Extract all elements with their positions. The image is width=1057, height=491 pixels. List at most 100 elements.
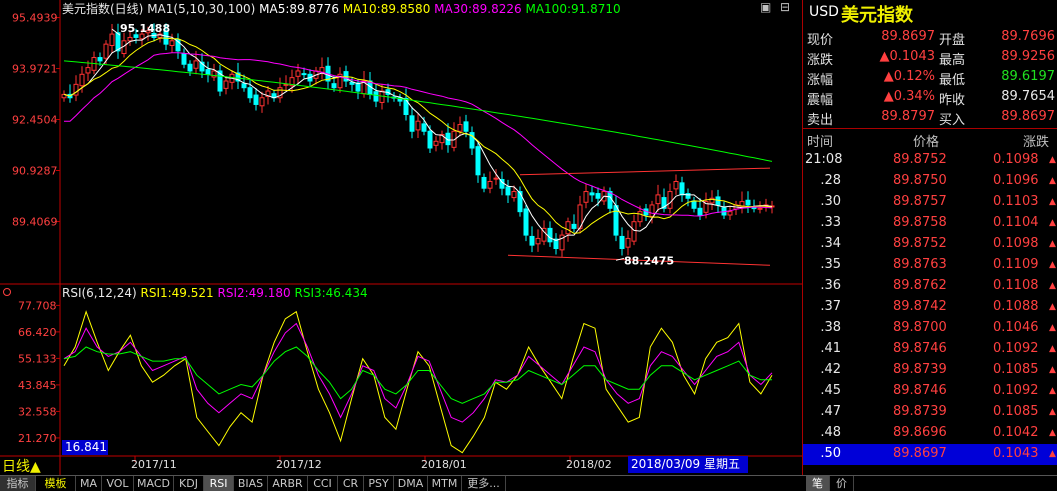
tick-row[interactable]: .35 89.8763 0.1109 ▲ xyxy=(803,255,1057,276)
up-arrow-icon: ▲ xyxy=(1049,365,1056,375)
tick-time: .37 xyxy=(820,299,841,314)
ma100-value: MA100:91.8710 xyxy=(525,2,621,16)
tick-change: 0.1096 xyxy=(993,173,1039,188)
quote-value: ▲0.1043 xyxy=(879,49,936,64)
tab-macd[interactable]: MACD xyxy=(134,476,174,491)
candle-body xyxy=(745,199,751,206)
tick-price: 89.8697 xyxy=(893,446,947,461)
tab-bias[interactable]: BIAS xyxy=(234,476,268,491)
tick-time: .50 xyxy=(820,446,841,461)
tick-row[interactable]: .30 89.8757 0.1103 ▲ xyxy=(803,192,1057,213)
up-arrow-icon: ▲ xyxy=(1049,302,1056,312)
period-selector[interactable]: 日线▲ xyxy=(2,456,41,476)
tick-row[interactable]: .47 89.8739 0.1085 ▲ xyxy=(803,402,1057,423)
tab-template[interactable]: 模板 xyxy=(36,476,76,491)
rsi-tick-label: 32.558 xyxy=(18,405,57,418)
date-tick-label: 2018/02 xyxy=(566,458,612,471)
tick-row[interactable]: .34 89.8752 0.1098 ▲ xyxy=(803,234,1057,255)
tab-mtm[interactable]: MTM xyxy=(428,476,462,491)
panel-circle-icon[interactable] xyxy=(3,288,11,296)
candle-body xyxy=(133,34,139,38)
candle-body xyxy=(649,204,655,217)
candlestick-series xyxy=(61,23,775,257)
tick-time: .34 xyxy=(820,236,841,251)
candle-body xyxy=(595,193,601,199)
rsi-cursor-value: 16.841 xyxy=(62,440,108,455)
date-tick-label: 2018/01 xyxy=(421,458,467,471)
tick-row[interactable]: .42 89.8739 0.1085 ▲ xyxy=(803,360,1057,381)
candle-body xyxy=(253,94,259,105)
up-arrow-icon: ▲ xyxy=(1049,386,1056,396)
tick-change: 0.1109 xyxy=(993,257,1039,272)
candle-body xyxy=(691,200,697,209)
quote-value: 89.7654 xyxy=(1001,89,1055,104)
candle-body xyxy=(529,235,535,246)
tick-row[interactable]: .33 89.8758 0.1104 ▲ xyxy=(803,213,1057,234)
rsi1-value: RSI1:49.521 xyxy=(140,286,214,300)
tab-rsi[interactable]: RSI xyxy=(204,476,234,491)
tick-change: 0.1098 xyxy=(993,152,1039,167)
maximize-icon[interactable]: ▣ xyxy=(760,0,771,14)
rsi-tick-label: 66.420 xyxy=(18,326,57,339)
rsi-legend: RSI(6,12,24) RSI1:49.521 RSI2:49.180 RSI… xyxy=(62,286,368,300)
tick-row[interactable]: .28 89.8750 0.1096 ▲ xyxy=(803,171,1057,192)
tab-cci[interactable]: CCI xyxy=(308,476,338,491)
tick-price: 89.8696 xyxy=(893,425,947,440)
candle-body xyxy=(169,40,175,46)
tab-prices[interactable]: 价 xyxy=(830,476,854,491)
ma-label: MA1(5,10,30,100) xyxy=(147,2,256,16)
tick-row[interactable]: .38 89.8700 0.1046 ▲ xyxy=(803,318,1057,339)
tick-price: 89.8752 xyxy=(893,236,947,251)
kline-chart[interactable]: 95.4939 93.9721 92.4504 90.9287 89.4069 77.70… xyxy=(0,0,802,475)
quote-row: 震幅 ▲0.34% 昨收 89.7654 xyxy=(803,87,1057,108)
tick-row[interactable]: .48 89.8696 0.1042 ▲ xyxy=(803,423,1057,444)
candle-body xyxy=(409,115,415,132)
candle-body xyxy=(403,97,409,115)
ma5-value: MA5:89.8776 xyxy=(259,2,339,16)
tick-row[interactable]: .50 89.8697 0.1043 ▲ xyxy=(803,444,1057,465)
quote-label: 震幅 xyxy=(807,93,834,108)
tick-price: 89.8763 xyxy=(893,257,947,272)
upper-trendline xyxy=(519,167,771,176)
candle-body xyxy=(547,227,553,243)
date-tick-label: 2017/12 xyxy=(276,458,322,471)
candle-body xyxy=(481,176,487,189)
tick-row[interactable]: 21:08 89.8752 0.1098 ▲ xyxy=(803,150,1057,171)
tab-psy[interactable]: PSY xyxy=(364,476,394,491)
tab-ma[interactable]: MA xyxy=(76,476,102,491)
tick-change: 0.1085 xyxy=(993,362,1039,377)
tick-row[interactable]: .45 89.8746 0.1092 ▲ xyxy=(803,381,1057,402)
quote-value: 89.8697 xyxy=(1001,109,1055,124)
tick-change: 0.1042 xyxy=(993,425,1039,440)
quote-label: 卖出 xyxy=(807,113,834,128)
tab-trades[interactable]: 笔 xyxy=(806,476,830,491)
candle-body xyxy=(187,63,193,72)
candle-body xyxy=(535,237,541,245)
quote-value: 89.6197 xyxy=(1001,69,1055,84)
tab-more[interactable]: 更多... xyxy=(462,476,506,491)
candle-body xyxy=(655,194,661,205)
restore-icon[interactable]: ⊟ xyxy=(780,0,790,14)
tab-indicator[interactable]: 指标 xyxy=(0,476,36,491)
up-arrow-icon: ▲ xyxy=(1049,323,1056,333)
tick-row[interactable]: .41 89.8746 0.1092 ▲ xyxy=(803,339,1057,360)
tab-arbr[interactable]: ARBR xyxy=(268,476,308,491)
quote-panel: USD 美元指数 现价 89.8697 开盘 89.7696 涨跌 ▲0.1043 最高 89… xyxy=(802,0,1057,475)
tab-dma[interactable]: DMA xyxy=(394,476,428,491)
tab-kdj[interactable]: KDJ xyxy=(174,476,204,491)
candle-body xyxy=(295,70,301,77)
ma100-line xyxy=(63,60,773,162)
candle-body xyxy=(487,181,493,189)
candle-body xyxy=(757,207,763,210)
rsi2-line xyxy=(63,322,773,423)
candle-body xyxy=(457,124,463,132)
tick-time: 21:08 xyxy=(805,152,843,167)
tick-row[interactable]: .37 89.8742 0.1088 ▲ xyxy=(803,297,1057,318)
candle-body xyxy=(505,186,511,196)
quote-label: 最低 xyxy=(939,73,966,88)
tab-vol[interactable]: VOL xyxy=(102,476,134,491)
tab-cr[interactable]: CR xyxy=(338,476,364,491)
tick-row[interactable]: .36 89.8762 0.1108 ▲ xyxy=(803,276,1057,297)
price-tick-label: 93.9721 xyxy=(12,63,58,76)
tick-price: 89.8742 xyxy=(893,299,947,314)
